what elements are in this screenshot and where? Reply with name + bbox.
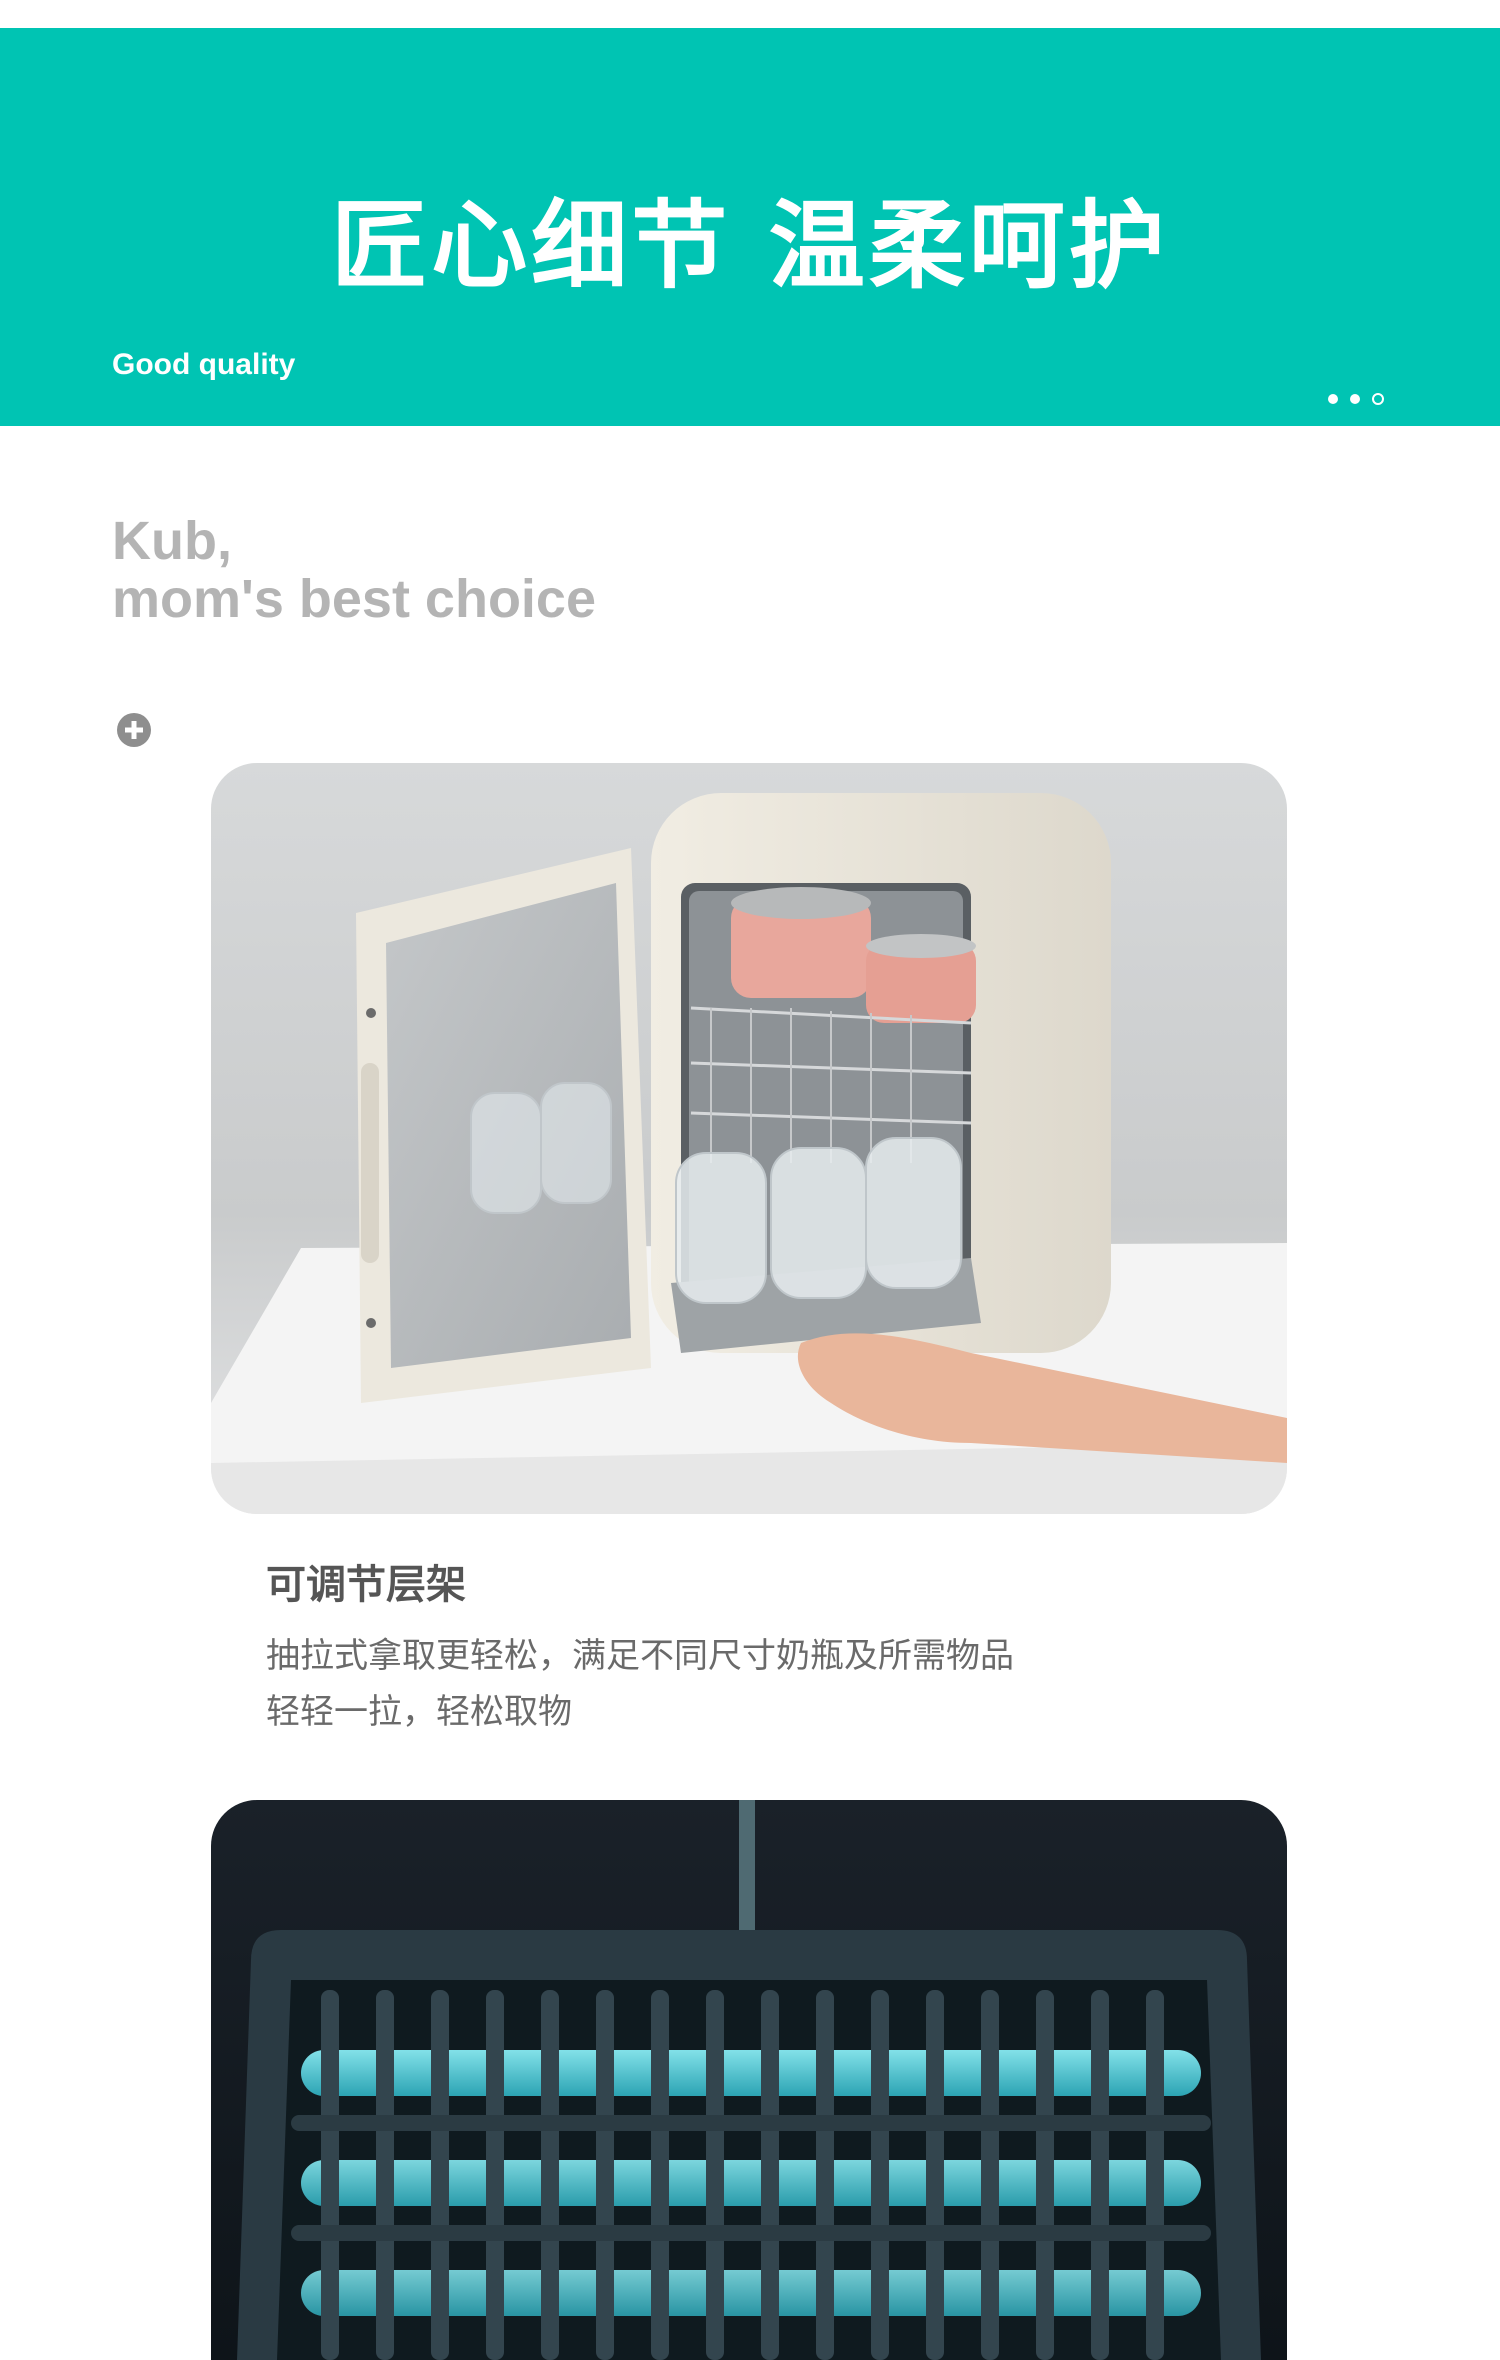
feature-desc-line-2: 轻轻一拉，轻松取物 xyxy=(266,1692,572,1732)
dot-3 xyxy=(1372,393,1384,405)
header-banner: 匠心细节 温柔呵护 Good quality xyxy=(0,28,1500,426)
pagination-dots xyxy=(1328,393,1384,405)
banner-subtitle: Good quality xyxy=(112,348,296,381)
slogan-line-1: Kub, xyxy=(112,511,232,571)
slogan-line-2: mom's best choice xyxy=(112,569,596,629)
dot-1 xyxy=(1328,394,1338,404)
product-photo-uv-rack xyxy=(211,1800,1287,2360)
feature-description: 抽拉式拿取更轻松，满足不同尺寸奶瓶及所需物品 轻轻一拉，轻松取物 xyxy=(266,1628,1014,1740)
slogan: Kub, mom's best choice xyxy=(112,512,596,628)
feature-desc-line-1: 抽拉式拿取更轻松，满足不同尺寸奶瓶及所需物品 xyxy=(266,1636,1014,1676)
product-photo-cabinet xyxy=(211,763,1287,1514)
plus-circle-icon[interactable] xyxy=(116,712,152,748)
banner-title: 匠心细节 温柔呵护 xyxy=(331,190,1169,302)
dot-2 xyxy=(1350,394,1360,404)
feature-title: 可调节层架 xyxy=(266,1562,466,1608)
